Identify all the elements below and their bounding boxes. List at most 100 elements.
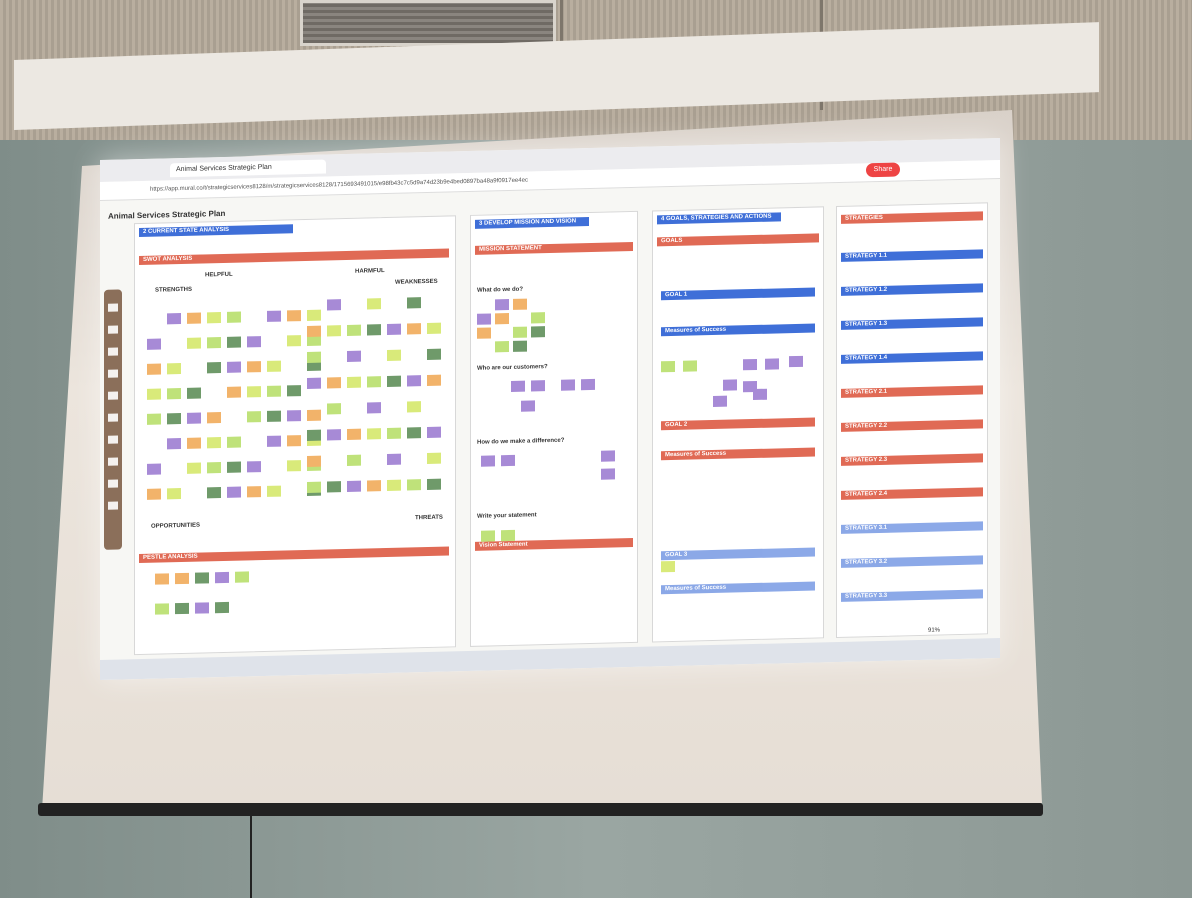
strategy-card[interactable]: STRATEGY 1.1 [841, 249, 983, 262]
zoom-level[interactable]: 91% [928, 627, 940, 633]
sticky-note[interactable] [661, 560, 675, 573]
strategy-card[interactable]: STRATEGY 1.2 [841, 283, 983, 296]
sticky-note[interactable] [175, 602, 189, 615]
sticky-note[interactable] [513, 298, 527, 310]
sticky-note[interactable] [227, 361, 241, 373]
sticky-note[interactable] [495, 341, 509, 353]
sticky-note[interactable] [407, 375, 421, 387]
sticky-note[interactable] [267, 435, 281, 447]
sticky-note[interactable] [167, 488, 181, 500]
sticky-note[interactable] [247, 336, 261, 348]
sticky-note[interactable] [187, 437, 201, 449]
sticky-note[interactable] [147, 463, 161, 475]
sticky-note[interactable] [215, 601, 229, 614]
sticky-note[interactable] [307, 325, 321, 337]
sticky-note[interactable] [601, 450, 615, 462]
sticky-note[interactable] [387, 349, 401, 361]
toolbar-icon[interactable] [108, 391, 118, 400]
strategy-card[interactable]: STRATEGY 2.2 [841, 419, 983, 432]
sticky-note[interactable] [387, 375, 401, 387]
sticky-note[interactable] [601, 468, 615, 480]
sticky-note[interactable] [347, 428, 361, 440]
sticky-note[interactable] [347, 324, 361, 336]
sticky-note[interactable] [723, 379, 737, 391]
sticky-note[interactable] [387, 427, 401, 439]
sticky-note[interactable] [307, 309, 321, 321]
sticky-note[interactable] [531, 312, 545, 324]
sticky-note[interactable] [247, 361, 261, 373]
sticky-note[interactable] [187, 387, 201, 399]
sticky-note[interactable] [287, 435, 301, 447]
sticky-note[interactable] [147, 388, 161, 400]
sticky-note[interactable] [561, 379, 575, 391]
sticky-note[interactable] [215, 571, 229, 584]
sticky-note[interactable] [661, 360, 675, 373]
sticky-note[interactable] [407, 427, 421, 439]
sticky-note[interactable] [307, 455, 321, 467]
toolbar-icon[interactable] [108, 347, 118, 356]
sticky-note[interactable] [167, 438, 181, 450]
sticky-note[interactable] [347, 350, 361, 362]
sticky-note[interactable] [307, 377, 321, 389]
sticky-note[interactable] [267, 360, 281, 372]
sticky-note[interactable] [407, 297, 421, 309]
sticky-note[interactable] [207, 412, 221, 424]
sticky-note[interactable] [327, 403, 341, 415]
toolbar-icon[interactable] [108, 325, 118, 334]
sticky-note[interactable] [267, 310, 281, 322]
sticky-note[interactable] [167, 388, 181, 400]
strategy-card[interactable]: STRATEGY 2.4 [841, 487, 983, 500]
sticky-note[interactable] [287, 385, 301, 397]
sticky-note[interactable] [147, 488, 161, 500]
sticky-note[interactable] [531, 326, 545, 338]
toolbar-icon[interactable] [108, 303, 118, 312]
sticky-note[interactable] [427, 348, 441, 361]
sticky-note[interactable] [683, 360, 697, 372]
sticky-note[interactable] [227, 486, 241, 498]
sticky-note[interactable] [207, 362, 221, 374]
sticky-note[interactable] [227, 461, 241, 473]
sticky-note[interactable] [531, 380, 545, 392]
share-button[interactable]: Share [866, 162, 900, 178]
sticky-note[interactable] [495, 313, 509, 325]
sticky-note[interactable] [167, 363, 181, 375]
sticky-note[interactable] [227, 386, 241, 398]
sticky-note[interactable] [743, 358, 757, 371]
sticky-note[interactable] [247, 411, 261, 423]
sticky-note[interactable] [207, 437, 221, 449]
sticky-note[interactable] [407, 401, 421, 413]
toolbar-icon[interactable] [108, 369, 118, 378]
sticky-note[interactable] [155, 573, 169, 585]
sticky-note[interactable] [267, 410, 281, 422]
sticky-note[interactable] [407, 323, 421, 335]
sticky-note[interactable] [789, 355, 803, 368]
sticky-note[interactable] [501, 454, 515, 467]
sticky-note[interactable] [427, 478, 441, 491]
strategy-card[interactable]: STRATEGY 2.1 [841, 385, 983, 398]
sticky-note[interactable] [187, 462, 201, 474]
sticky-note[interactable] [581, 378, 595, 391]
sticky-note[interactable] [427, 452, 441, 465]
sticky-note[interactable] [765, 358, 779, 370]
sticky-note[interactable] [367, 480, 381, 492]
sticky-note[interactable] [287, 310, 301, 322]
sticky-note[interactable] [287, 460, 301, 472]
browser-tab[interactable]: Animal Services Strategic Plan [170, 159, 326, 178]
sticky-note[interactable] [247, 486, 261, 498]
sticky-note[interactable] [247, 386, 261, 398]
toolbar-icon[interactable] [108, 479, 118, 488]
toolbar-icon[interactable] [108, 457, 118, 466]
sticky-note[interactable] [387, 479, 401, 491]
sticky-note[interactable] [195, 602, 209, 614]
sticky-note[interactable] [207, 312, 221, 324]
sticky-note[interactable] [147, 338, 161, 350]
sticky-note[interactable] [267, 485, 281, 497]
sticky-note[interactable] [327, 325, 341, 337]
sticky-note[interactable] [521, 400, 535, 412]
sticky-note[interactable] [307, 409, 321, 421]
sticky-note[interactable] [195, 572, 209, 584]
toolbar-icon[interactable] [108, 501, 118, 510]
sticky-note[interactable] [227, 336, 241, 348]
sticky-note[interactable] [495, 299, 509, 311]
sticky-note[interactable] [147, 363, 161, 375]
